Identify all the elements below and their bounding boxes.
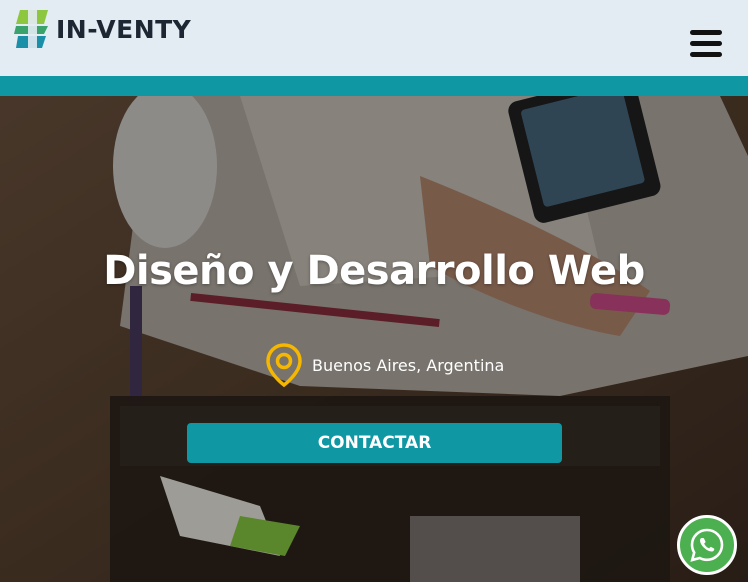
header-accent-band xyxy=(0,76,748,96)
location-text: Buenos Aires, Argentina xyxy=(312,355,505,375)
site-header: IN-VENTY xyxy=(0,0,748,76)
hamburger-menu-button[interactable] xyxy=(684,28,724,60)
hamburger-icon-line xyxy=(690,30,722,35)
brand-name: IN-VENTY xyxy=(56,14,192,44)
logo-mark-icon xyxy=(14,8,48,50)
whatsapp-button[interactable] xyxy=(677,515,737,575)
map-pin-icon xyxy=(266,343,302,388)
hero-title: Diseño y Desarrollo Web xyxy=(103,248,645,294)
hamburger-icon-line xyxy=(690,41,722,46)
whatsapp-icon xyxy=(690,528,724,562)
hamburger-icon-line xyxy=(690,52,722,57)
hero-background-image xyxy=(0,96,748,582)
location-row: Buenos Aires, Argentina xyxy=(264,342,504,388)
hero-section: Diseño y Desarrollo Web Buenos Aires, Ar… xyxy=(0,96,748,582)
contact-button[interactable]: CONTACTAR xyxy=(187,423,562,463)
brand-logo[interactable]: IN-VENTY xyxy=(14,8,191,50)
